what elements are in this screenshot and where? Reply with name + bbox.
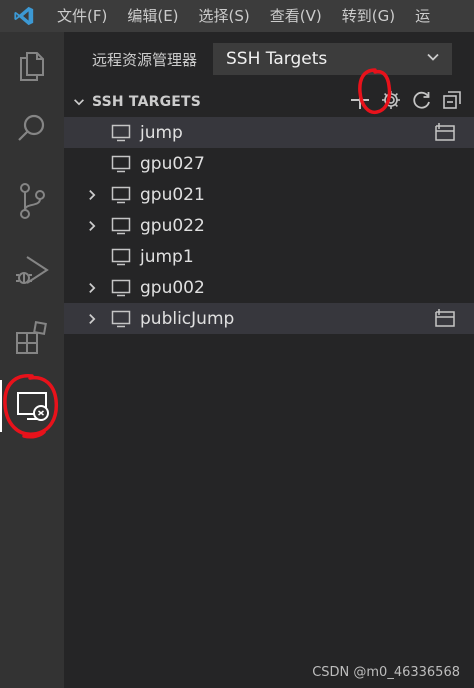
- ssh-target-row[interactable]: gpu027: [64, 148, 474, 179]
- connect-in-new-window-icon[interactable]: [434, 308, 456, 330]
- section-actions: [349, 87, 462, 117]
- ssh-target-row[interactable]: jump1: [64, 241, 474, 272]
- run-debug-icon[interactable]: [0, 244, 64, 296]
- connect-in-new-window-icon[interactable]: [434, 122, 456, 144]
- menu-file[interactable]: 文件(F): [48, 0, 118, 32]
- explorer-icon[interactable]: [0, 40, 64, 92]
- ssh-target-row[interactable]: gpu021: [64, 179, 474, 210]
- chevron-right-icon[interactable]: [84, 187, 100, 203]
- ssh-target-label: gpu022: [140, 215, 205, 236]
- ssh-target-label: gpu021: [140, 184, 205, 205]
- menu-view[interactable]: 查看(V): [261, 0, 333, 32]
- chevron-down-icon[interactable]: [72, 95, 86, 109]
- ssh-target-list: jump gpu027 gpu021 gpu022 jump1 gpu002 p…: [64, 117, 474, 334]
- monitor-icon: [111, 278, 131, 298]
- add-icon[interactable]: [349, 89, 371, 115]
- monitor-icon: [111, 123, 131, 143]
- gear-icon[interactable]: [380, 89, 402, 115]
- chevron-right-icon[interactable]: [84, 218, 100, 234]
- section-title: SSH TARGETS: [92, 94, 202, 110]
- monitor-icon: [111, 247, 131, 267]
- remote-target-select-value: SSH Targets: [226, 49, 328, 69]
- ssh-target-row[interactable]: jump: [64, 117, 474, 148]
- ssh-target-label: gpu002: [140, 277, 205, 298]
- search-icon[interactable]: [0, 102, 64, 154]
- vscode-logo-icon: [0, 0, 48, 32]
- monitor-icon: [111, 216, 131, 236]
- chevron-right-icon[interactable]: [84, 280, 100, 296]
- ssh-target-row[interactable]: gpu022: [64, 210, 474, 241]
- menu-edit[interactable]: 编辑(E): [118, 0, 189, 32]
- collapse-all-icon[interactable]: [442, 90, 462, 114]
- menu-run[interactable]: 运: [406, 0, 441, 32]
- ssh-target-label: jump: [140, 122, 183, 143]
- ssh-target-row[interactable]: publicJump: [64, 303, 474, 334]
- ssh-target-label: publicJump: [140, 308, 235, 329]
- ssh-target-label: jump1: [140, 246, 194, 267]
- menu-bar: 文件(F) 编辑(E) 选择(S) 查看(V) 转到(G) 运: [0, 0, 474, 32]
- panel-title: 远程资源管理器: [92, 51, 198, 69]
- chevron-down-icon: [425, 49, 441, 69]
- chevron-right-icon[interactable]: [84, 311, 100, 327]
- ssh-targets-section-header[interactable]: SSH TARGETS: [64, 87, 474, 117]
- menu-selection[interactable]: 选择(S): [190, 0, 261, 32]
- watermark: CSDN @m0_46336568: [312, 665, 460, 680]
- monitor-icon: [111, 309, 131, 329]
- extensions-icon[interactable]: [0, 312, 64, 364]
- remote-explorer-panel: 远程资源管理器 SSH Targets SSH TARGETS jump gpu…: [64, 32, 474, 688]
- remote-target-select[interactable]: SSH Targets: [213, 43, 452, 75]
- source-control-icon[interactable]: [0, 175, 64, 227]
- monitor-icon: [111, 185, 131, 205]
- remote-explorer-icon[interactable]: [0, 380, 64, 432]
- ssh-target-label: gpu027: [140, 153, 205, 174]
- refresh-icon[interactable]: [411, 89, 433, 115]
- ssh-target-row[interactable]: gpu002: [64, 272, 474, 303]
- menu-go[interactable]: 转到(G): [333, 0, 406, 32]
- activity-bar: [0, 32, 64, 688]
- monitor-icon: [111, 154, 131, 174]
- panel-header: 远程资源管理器 SSH Targets: [64, 32, 474, 87]
